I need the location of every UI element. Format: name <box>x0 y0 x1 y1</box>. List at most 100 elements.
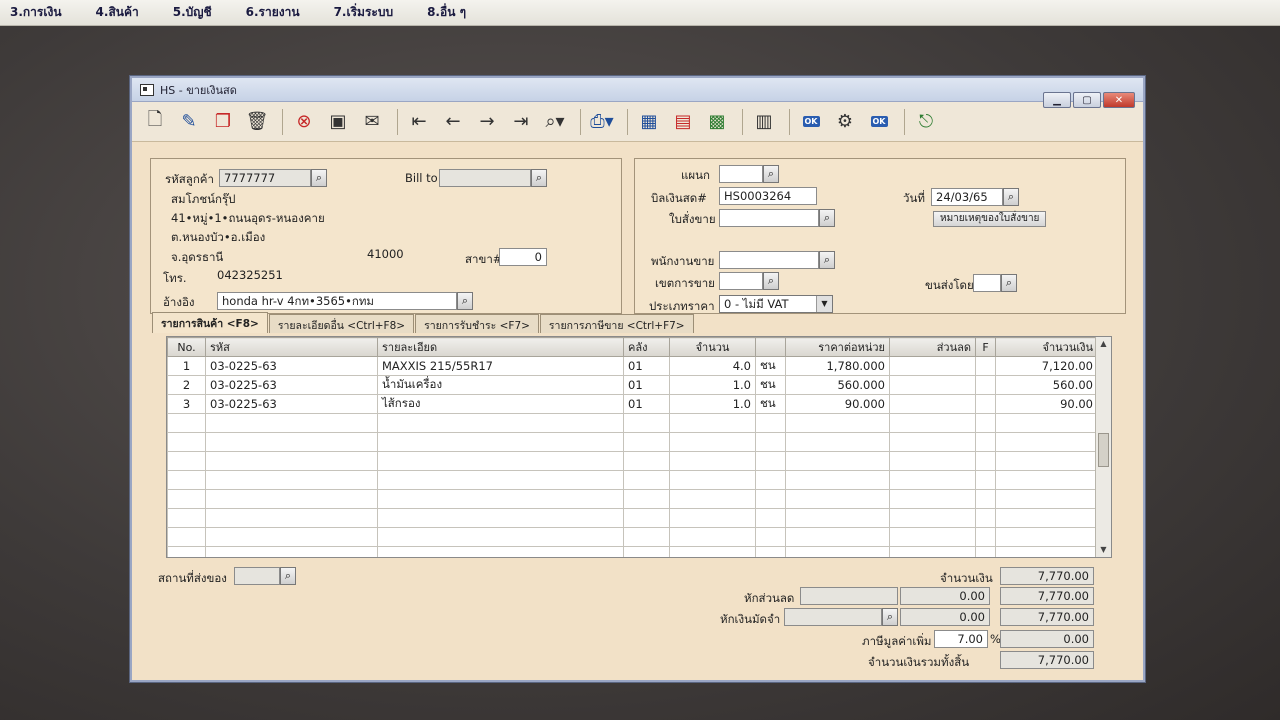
customer-search-icon[interactable]: ⌕ <box>311 169 327 187</box>
last-record-icon[interactable]: ⇥ <box>506 107 536 137</box>
sales-area-field[interactable] <box>719 272 763 290</box>
department-search-icon[interactable]: ⌕ <box>763 165 779 183</box>
cell-unit[interactable]: ชน <box>755 356 786 376</box>
sales-order-search-icon[interactable]: ⌕ <box>819 209 835 227</box>
col-no[interactable]: No. <box>167 337 206 357</box>
attach-icon[interactable]: ✉ <box>357 107 387 137</box>
cell-discount[interactable] <box>889 375 976 395</box>
menu-accounts[interactable]: 5.บัญชี <box>173 3 212 22</box>
cell-amount[interactable]: 7,120.00 <box>995 356 1098 376</box>
grid-scrollbar[interactable]: ▲ ▼ <box>1095 337 1111 557</box>
col-flag[interactable]: F <box>975 337 996 357</box>
bill-number-field[interactable]: HS0003264 <box>719 187 817 205</box>
col-quantity[interactable]: จำนวน <box>669 337 756 357</box>
cell-amount[interactable]: 560.00 <box>995 375 1098 395</box>
cell-warehouse[interactable]: 01 <box>623 356 670 376</box>
edit-icon[interactable]: ✎ <box>174 107 204 137</box>
tab-payments[interactable]: รายการรับชำระ <F7> <box>415 314 539 333</box>
col-unit[interactable] <box>755 337 786 357</box>
cell-no[interactable]: 2 <box>167 375 206 395</box>
tools-icon[interactable]: ⚙ <box>830 107 860 137</box>
close-button[interactable]: ✕ <box>1103 92 1135 108</box>
cell-unit[interactable]: ชน <box>755 375 786 395</box>
empty-row[interactable] <box>167 451 1098 471</box>
cell-description[interactable]: MAXXIS 215/55R17 <box>377 356 624 376</box>
table-row[interactable]: 1 03-0225-63 MAXXIS 215/55R17 01 4.0 ชน … <box>167 356 1098 376</box>
discount-value-field[interactable]: 0.00 <box>900 587 990 605</box>
empty-row[interactable] <box>167 546 1098 557</box>
cell-flag[interactable] <box>975 394 996 414</box>
empty-row[interactable] <box>167 489 1098 509</box>
previous-record-icon[interactable]: ← <box>438 107 468 137</box>
cell-code[interactable]: 03-0225-63 <box>205 375 378 395</box>
cell-quantity[interactable]: 4.0 <box>669 356 756 376</box>
minimize-button[interactable]: ▁ <box>1043 92 1071 108</box>
table-row[interactable]: 2 03-0225-63 น้ำมันเครื่อง 01 1.0 ชน 560… <box>167 375 1098 395</box>
chart-icon[interactable]: ▩ <box>702 107 732 137</box>
cell-unit-price[interactable]: 560.000 <box>785 375 890 395</box>
tab-items[interactable]: รายการสินค้า <F8> <box>152 312 268 333</box>
scroll-up-icon[interactable]: ▲ <box>1096 337 1111 351</box>
reference-search-icon[interactable]: ⌕ <box>457 292 473 310</box>
cell-code[interactable]: 03-0225-63 <box>205 394 378 414</box>
cell-flag[interactable] <box>975 356 996 376</box>
save-disk-icon[interactable]: ▣ <box>323 107 353 137</box>
empty-row[interactable] <box>167 413 1098 433</box>
ship-by-field[interactable] <box>973 274 1001 292</box>
cell-description[interactable]: น้ำมันเครื่อง <box>377 375 624 395</box>
cell-no[interactable]: 3 <box>167 394 206 414</box>
tab-other-details[interactable]: รายละเอียดอื่น <Ctrl+F8> <box>268 314 415 333</box>
cell-discount[interactable] <box>889 356 976 376</box>
cell-flag[interactable] <box>975 375 996 395</box>
cell-quantity[interactable]: 1.0 <box>669 375 756 395</box>
ship-by-search-icon[interactable]: ⌕ <box>1001 274 1017 292</box>
tab-sales-tax[interactable]: รายการภาษีขาย <Ctrl+F7> <box>539 314 694 333</box>
deposit-value-field[interactable]: 0.00 <box>900 608 990 626</box>
salesman-search-icon[interactable]: ⌕ <box>819 251 835 269</box>
cell-code[interactable]: 03-0225-63 <box>205 356 378 376</box>
cell-unit[interactable]: ชน <box>755 394 786 414</box>
branch-field[interactable]: 0 <box>499 248 547 266</box>
bill-to-search-icon[interactable]: ⌕ <box>531 169 547 187</box>
col-description[interactable]: รายละเอียด <box>377 337 624 357</box>
discount-text-field[interactable] <box>800 587 898 605</box>
department-field[interactable] <box>719 165 763 183</box>
sales-area-search-icon[interactable]: ⌕ <box>763 272 779 290</box>
bill-to-field[interactable] <box>439 169 531 187</box>
cell-quantity[interactable]: 1.0 <box>669 394 756 414</box>
cell-no[interactable]: 1 <box>167 356 206 376</box>
ok-confirm-icon[interactable]: OK <box>864 107 894 137</box>
calculator-icon[interactable]: ▦ <box>634 107 664 137</box>
first-record-icon[interactable]: ⇤ <box>404 107 434 137</box>
empty-row[interactable] <box>167 508 1098 528</box>
cell-warehouse[interactable]: 01 <box>623 394 670 414</box>
col-discount[interactable]: ส่วนลด <box>889 337 976 357</box>
cell-discount[interactable] <box>889 394 976 414</box>
empty-row[interactable] <box>167 470 1098 490</box>
search-document-icon[interactable]: ⌕▾ <box>540 107 570 137</box>
vat-rate-field[interactable]: 7.00 <box>934 630 988 648</box>
table-row[interactable]: 3 03-0225-63 ไส้กรอง 01 1.0 ชน 90.000 90… <box>167 394 1098 414</box>
cell-unit-price[interactable]: 90.000 <box>785 394 890 414</box>
col-code[interactable]: รหัส <box>205 337 378 357</box>
new-document-icon[interactable]: 🗋 <box>140 107 170 137</box>
col-amount[interactable]: จำนวนเงิน <box>995 337 1098 357</box>
cell-amount[interactable]: 90.00 <box>995 394 1098 414</box>
empty-row[interactable] <box>167 432 1098 452</box>
date-field[interactable]: 24/03/65 <box>931 188 1003 206</box>
copy-document-icon[interactable]: ❐ <box>208 107 238 137</box>
price-type-select[interactable]: 0 - ไม่มี VAT ▼ <box>719 295 833 313</box>
cell-warehouse[interactable]: 01 <box>623 375 670 395</box>
cancel-icon[interactable]: ⊗ <box>289 107 319 137</box>
exit-icon[interactable]: ⎋ <box>911 107 941 137</box>
printer-icon[interactable]: ⎙▾ <box>587 107 617 137</box>
register-icon[interactable]: ▤ <box>668 107 698 137</box>
menu-setup[interactable]: 7.เริ่มระบบ <box>334 3 394 22</box>
menu-products[interactable]: 4.สินค้า <box>96 3 139 22</box>
salesman-field[interactable] <box>719 251 819 269</box>
ship-place-search-icon[interactable]: ⌕ <box>280 567 296 585</box>
menu-other[interactable]: 8.อื่น ๆ <box>427 3 466 22</box>
approve-ok-icon[interactable]: OK <box>796 107 826 137</box>
delete-trash-icon[interactable]: 🗑 <box>242 107 272 137</box>
reference-field[interactable]: honda hr-v 4กท•3565•กทม <box>217 292 457 310</box>
